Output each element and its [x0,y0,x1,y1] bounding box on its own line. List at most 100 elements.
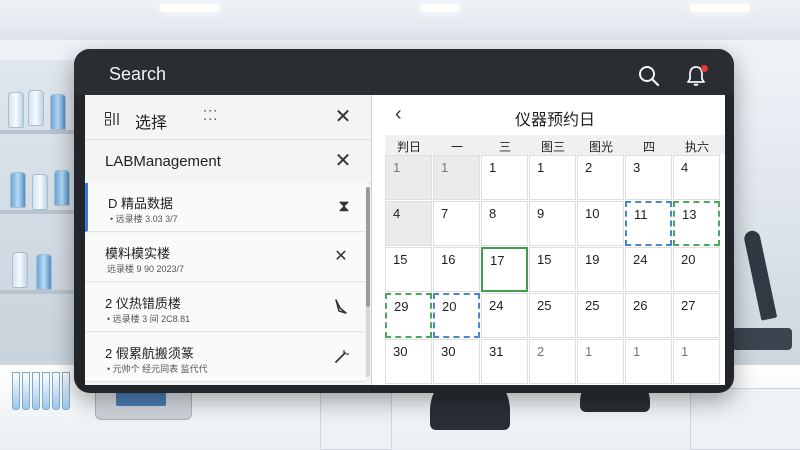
day-number: 9 [537,206,545,221]
close-icon[interactable]: ✕ [333,107,353,127]
drag-handle-icon[interactable]: ⁚⁚⁚ [203,108,218,124]
day-number: 1 [681,344,689,359]
day-number: 4 [681,160,689,175]
calendar-day-cell[interactable]: 1 [433,155,480,200]
weekday-label: 四 [642,140,655,154]
day-number: 19 [585,252,600,267]
brush-icon[interactable] [331,297,351,317]
weekday-label: 图光 [588,140,613,154]
day-number: 20 [681,252,696,267]
item-subtitle: • 远录楼 3 间 2C8.81 [107,314,191,324]
list-scrollbar[interactable] [366,187,370,377]
calendar-day-cell[interactable]: 1 [529,155,576,200]
app-screen: 选择 ⁚⁚⁚ ✕ LABManagement ✕ D 精品数据 • 远录楼 3.… [85,95,725,385]
hourglass-icon[interactable]: ⧗ [334,197,354,217]
panel-heading: 选择 [135,115,168,132]
search-icon[interactable] [638,65,660,87]
calendar-day-cell[interactable]: 30 [385,339,432,384]
day-number: 16 [441,252,456,267]
calendar-day-cell[interactable]: 24 [625,247,672,292]
calendar-grid: 1 1 1 1 2 3 4 4 7 8 9 10 11 13 15 16 17 15 19 24 20 29 20 24 25 2… [385,155,725,385]
calendar-header: ‹ 仪器预约日 [385,95,725,136]
calendar-day-cell[interactable]: 29 [385,293,432,338]
item-title: D 精品数据 [108,196,174,211]
calendar-day-cell[interactable]: 15 [385,247,432,292]
item-title: 2 仪热错质楼 [105,296,181,311]
close-icon[interactable]: ✕ [331,247,351,267]
calendar-day-cell[interactable]: 16 [433,247,480,292]
calendar-day-cell[interactable]: 17 [481,247,528,292]
calendar-day-cell[interactable]: 20 [433,293,480,338]
calendar-day-cell[interactable]: 1 [577,339,624,384]
clear-lab-icon[interactable]: ✕ [333,151,353,171]
calendar-day-cell[interactable]: 24 [481,293,528,338]
calendar-day-cell[interactable]: 31 [481,339,528,384]
item-title: 2 假累航搬须篆 [105,346,194,361]
ceiling [0,0,800,40]
item-subtitle: • 元帅个 经元同表 监代代 [107,364,208,374]
day-number: 31 [489,344,504,359]
list-item[interactable]: D 精品数据 • 远录楼 3.03 3/7 ⧗ [85,183,368,232]
calendar-day-cell[interactable]: 13 [673,201,720,246]
day-number: 8 [489,206,497,221]
day-number: 1 [393,160,401,175]
day-number: 1 [489,160,497,175]
day-number: 24 [633,252,648,267]
calendar-day-cell[interactable]: 10 [577,201,624,246]
day-number: 1 [441,160,449,175]
calendar-day-cell[interactable]: 3 [625,155,672,200]
test-tube-rack [10,370,80,410]
calendar-day-cell[interactable]: 27 [673,293,720,338]
list-item[interactable]: 模料模实楼 远录楼 9 90 2023/7 ✕ [85,233,365,282]
list-item[interactable]: 2 仪热错质楼 • 远录楼 3 间 2C8.81 [85,283,365,332]
calendar-day-cell[interactable]: 1 [481,155,528,200]
list-item[interactable]: 2 假累航搬须篆 • 元帅个 经元同表 监代代 [85,333,365,382]
calendar-day-cell[interactable]: 7 [433,201,480,246]
weekday-label: 图三 [540,140,565,154]
lab-selector[interactable]: LABManagement ✕ [85,139,371,184]
search-title[interactable]: Search [109,64,166,85]
day-number: 20 [442,299,457,314]
calendar-day-cell[interactable]: 20 [673,247,720,292]
calendar-title: 仪器预约日 [514,112,595,129]
day-number: 30 [393,344,408,359]
day-number: 10 [585,206,600,221]
day-number: 17 [490,253,505,268]
day-number: 2 [537,344,545,359]
microscope [732,229,792,350]
calendar-day-cell[interactable]: 9 [529,201,576,246]
calendar-day-cell[interactable]: 11 [625,201,672,246]
weekday-label: 判日 [396,140,421,154]
day-number: 15 [393,252,408,267]
panel-header: 选择 ⁚⁚⁚ ✕ [85,95,371,140]
weekday-label: 一 [450,140,463,154]
weekday-row: 判日 一 三 图三 图光 四 执六 [385,135,725,155]
calendar-day-cell[interactable]: 26 [625,293,672,338]
calendar-day-cell[interactable]: 1 [385,155,432,200]
weekday-label: 三 [498,140,511,154]
calendar-day-cell[interactable]: 25 [577,293,624,338]
calendar-day-cell[interactable]: 1 [673,339,720,384]
day-number: 1 [633,344,641,359]
magic-wand-icon[interactable] [331,347,351,367]
day-number: 15 [537,252,552,267]
calendar-day-cell[interactable]: 2 [577,155,624,200]
calendar-day-cell[interactable]: 4 [673,155,720,200]
lab-name: LABManagement [105,153,221,170]
day-number: 13 [682,207,697,222]
booking-calendar: ‹ 仪器预约日 判日 一 三 图三 图光 四 执六 1 1 1 1 2 3 4 4 7 8 9 10 1… [385,95,725,385]
calendar-day-cell[interactable]: 19 [577,247,624,292]
calendar-day-cell[interactable]: 25 [529,293,576,338]
day-number: 1 [537,160,545,175]
scroll-thumb[interactable] [366,187,370,307]
cabinet [320,388,392,450]
day-number: 1 [585,344,593,359]
calendar-day-cell[interactable]: 1 [625,339,672,384]
grid-menu-icon[interactable] [105,112,121,126]
calendar-day-cell[interactable]: 8 [481,201,528,246]
calendar-day-cell[interactable]: 15 [529,247,576,292]
day-number: 26 [633,298,648,313]
calendar-day-cell[interactable]: 2 [529,339,576,384]
calendar-day-cell[interactable]: 30 [433,339,480,384]
calendar-day-cell[interactable]: 4 [385,201,432,246]
